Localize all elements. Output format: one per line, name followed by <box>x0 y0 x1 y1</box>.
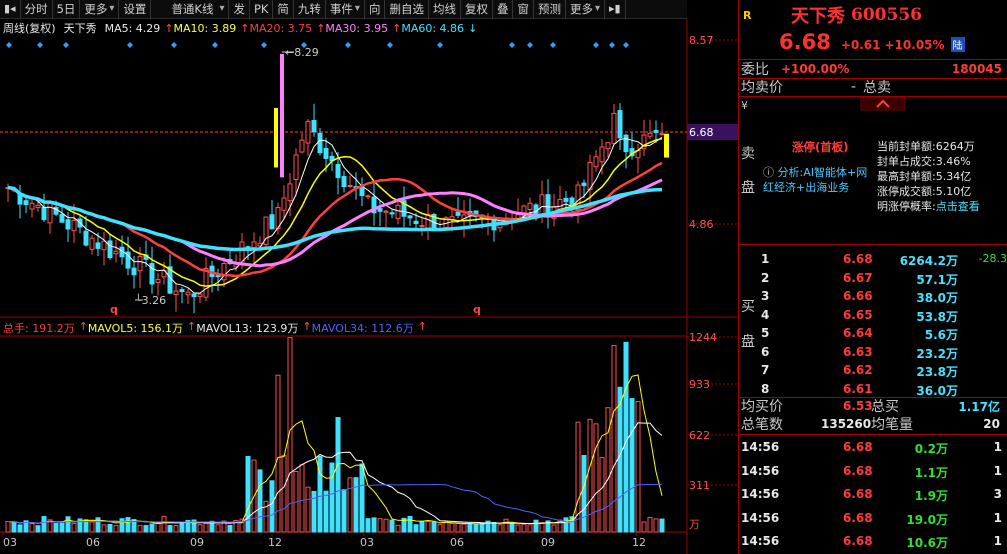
quote-panel: R 天下秀 600556 6.68 +0.61 +10.05% 陆 委比 +10… <box>738 0 1007 554</box>
vol-axis-3: 622 <box>689 429 710 442</box>
sell-total-value: - <box>851 79 857 95</box>
weicha-value: 180045 <box>951 62 1002 76</box>
stock-code: 600556 <box>851 5 922 25</box>
tick-row: 14:56 6.68 0.2万 1 <box>741 440 1002 456</box>
avg-trade-label: 均笔量 <box>871 417 913 433</box>
weibi-value: +100.00% <box>781 62 850 76</box>
mavol13-label: MAVOL13: 123.9万 <box>196 322 299 335</box>
sell-avg-label: 均卖价 <box>741 80 783 96</box>
vol-axis-1: 1244 <box>689 331 717 344</box>
x-tick: 03 <box>360 536 374 549</box>
x-tick: 09 <box>541 536 555 549</box>
vol-axis-2: 933 <box>689 378 710 391</box>
tick-row: 14:56 6.68 1.1万 1 <box>741 463 1002 480</box>
buy-total-label: 总买 <box>871 399 899 415</box>
sell-side-label-2: 盘 <box>741 180 755 196</box>
total-volume-label: 总手: 191.2万 <box>3 322 75 335</box>
buy-avg-value: 6.53 <box>843 399 873 413</box>
sell-side-label-1: 卖 <box>741 146 755 162</box>
buy-avg-label: 均买价 <box>741 399 783 415</box>
weibi-label: 委比 <box>741 62 769 78</box>
x-tick: 09 <box>190 536 204 549</box>
buy-total-value: 1.17亿 <box>958 399 1000 414</box>
x-tick: 12 <box>632 536 646 549</box>
limit-up-title: 涨停(首板) <box>792 140 849 154</box>
price-change: +0.61 <box>840 38 881 52</box>
info-icon: ⓘ <box>763 166 778 179</box>
low-annotation: └3.26 <box>135 293 166 307</box>
high-annotation: ←8.29 <box>285 46 319 59</box>
exchange-badge: 陆 <box>950 37 965 52</box>
mavol5-label: MAVOL5: 156.1万 <box>87 322 184 335</box>
kline-chart[interactable]: 6.68 8.57 4.86 1244 933 622 311 万 ←8.29 … <box>0 0 738 554</box>
total-trades-value: 135260 <box>821 417 872 431</box>
total-trades-label: 总笔数 <box>741 417 783 433</box>
x-tick: 06 <box>450 536 464 549</box>
volume-indicator-row: 总手: 191.2万 ↑ MAVOL5: 156.1万 ↑ MAVOL13: 123… <box>3 320 427 335</box>
sell-total-label: 总卖 <box>863 80 891 96</box>
current-price-tag: 6.68 <box>689 126 714 139</box>
price-change-pct: +10.05% <box>884 38 945 52</box>
tick-row: 14:56 6.68 1.9万 3 <box>741 487 1002 503</box>
price-axis-top: 8.57 <box>689 34 714 47</box>
stock-name: 天下秀 <box>791 6 845 27</box>
avg-trade-value: 20 <box>983 417 1000 431</box>
x-tick: 06 <box>86 536 100 549</box>
price-axis-low: 4.86 <box>689 218 714 231</box>
mavol34-label: MAVOL34: 112.6万 <box>311 322 414 335</box>
signal-marker-1: q <box>110 303 118 316</box>
x-tick: 03 <box>3 536 17 549</box>
vol-axis-4: 311 <box>689 479 710 492</box>
signal-marker-2: q <box>473 303 481 316</box>
limit-up-card[interactable]: 涨停(首板) ⓘ 分析:AI智能体+网红经济+出海业务 当前封单额:6264万 … <box>759 97 1006 243</box>
r-badge: R <box>743 8 752 22</box>
x-tick: 12 <box>268 536 282 549</box>
tick-row: 14:56 6.68 19.0万 1 <box>741 510 1002 527</box>
vol-axis-unit: 万 <box>689 518 700 531</box>
analysis-text[interactable]: ⓘ 分析:AI智能体+网红经济+出海业务 <box>763 165 873 195</box>
tick-row: 14:56 6.68 10.6万 1 <box>741 534 1002 550</box>
last-price: 6.68 <box>779 30 831 54</box>
view-probability-link[interactable]: 点击查看 <box>936 200 980 213</box>
